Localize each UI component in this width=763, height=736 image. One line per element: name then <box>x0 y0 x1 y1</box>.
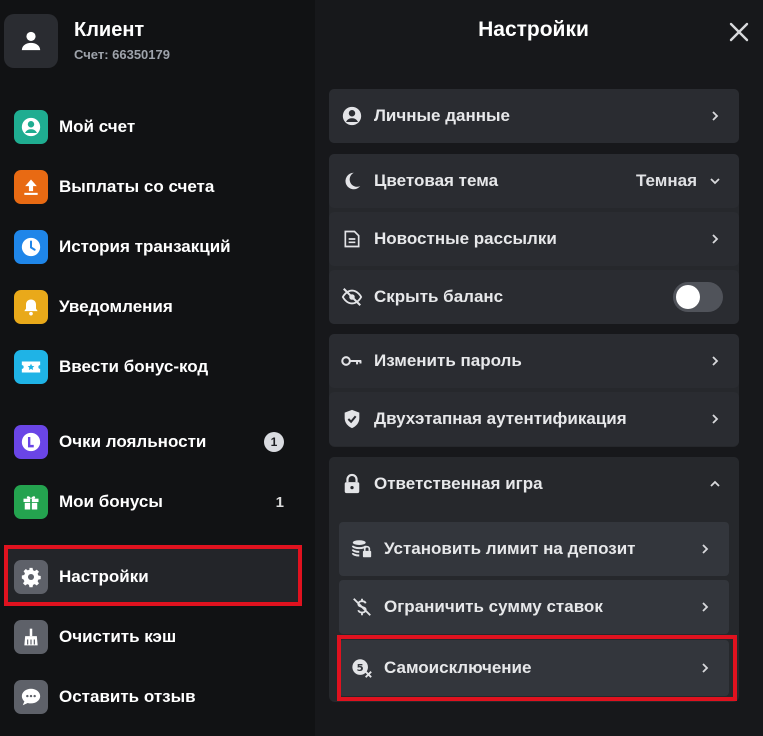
settings-row-change-password[interactable]: Изменить пароль <box>329 334 739 388</box>
document-icon <box>341 228 363 250</box>
sidebar-item-feedback[interactable]: Оставить отзыв <box>14 679 294 715</box>
sidebar-item-label: Мой счет <box>59 117 136 136</box>
coins-lock-icon <box>351 538 373 560</box>
sidebar-item-clear-cache[interactable]: Очистить кэш <box>14 619 294 655</box>
broom-icon <box>14 620 48 654</box>
sidebar-item-bonus-code[interactable]: Ввести бонус-код <box>14 349 294 385</box>
chat-bubble-icon <box>14 680 48 714</box>
settings-row-color-theme[interactable]: Цветовая тема Темная <box>329 154 739 208</box>
row-label: Ограничить сумму ставок <box>384 597 603 616</box>
gift-icon <box>14 485 48 519</box>
sidebar-item-withdrawals[interactable]: Выплаты со счета <box>14 169 294 205</box>
client-account-number: Счет: 66350179 <box>74 47 170 62</box>
client-name: Клиент <box>74 19 145 41</box>
chevron-right-icon <box>702 544 709 554</box>
row-label: Двухэтапная аутентификация <box>374 409 627 428</box>
moon-icon <box>341 170 363 192</box>
row-label: Личные данные <box>374 106 510 125</box>
lock-icon <box>341 473 363 495</box>
chevron-down-icon <box>710 178 720 185</box>
row-label: Цветовая тема <box>374 171 499 190</box>
toggle-knob <box>676 285 700 309</box>
settings-row-hide-balance: Скрыть баланс <box>329 270 739 324</box>
settings-row-deposit-limit[interactable]: Установить лимит на депозит <box>339 522 729 576</box>
clock-icon <box>14 230 48 264</box>
account-circle-icon <box>14 110 48 144</box>
settings-row-newsletters[interactable]: Новостные рассылки <box>329 212 739 266</box>
self-exclusion-highlight-frame <box>337 635 737 701</box>
row-label: Изменить пароль <box>374 351 522 370</box>
settings-row-responsible-gaming[interactable]: Ответственная игра <box>329 457 739 511</box>
avatar[interactable] <box>4 14 58 68</box>
sidebar-item-label: Очки лояльности <box>59 432 207 451</box>
sidebar-item-notifications[interactable]: Уведомления <box>14 289 294 325</box>
chevron-right-icon <box>712 356 719 366</box>
upload-icon <box>14 170 48 204</box>
sidebar-item-loyalty-points[interactable]: Очки лояльности 1 <box>14 424 294 460</box>
theme-select-value[interactable]: Темная <box>636 171 697 191</box>
sidebar-item-label: Выплаты со счета <box>59 177 215 196</box>
sidebar-item-label: Уведомления <box>59 297 173 316</box>
sidebar: Клиент Счет: 66350179 Мой счет Выплаты с… <box>0 0 315 736</box>
money-off-icon <box>351 596 373 618</box>
bonuses-count: 1 <box>275 493 284 511</box>
row-label: Ответственная игра <box>374 474 543 493</box>
row-label: Скрыть баланс <box>374 287 504 306</box>
sidebar-item-label: Ввести бонус-код <box>59 357 209 376</box>
eye-off-icon <box>341 286 363 308</box>
settings-row-two-factor[interactable]: Двухэтапная аутентификация <box>329 392 739 446</box>
sidebar-item-settings[interactable]: Настройки <box>14 559 294 595</box>
sidebar-item-label: Очистить кэш <box>59 627 177 646</box>
chevron-right-icon <box>712 111 719 121</box>
shield-check-icon <box>341 408 363 430</box>
hide-balance-toggle[interactable] <box>673 282 723 312</box>
page-title: Настройки <box>478 18 589 41</box>
bell-icon <box>14 290 48 324</box>
settings-row-personal-data[interactable]: Личные данные <box>329 89 739 143</box>
row-label: Новостные рассылки <box>374 229 557 248</box>
chevron-right-icon <box>702 602 709 612</box>
row-label: Установить лимит на депозит <box>384 539 636 558</box>
sidebar-item-transactions[interactable]: История транзакций <box>14 229 294 265</box>
loyalty-count-badge: 1 <box>264 432 284 452</box>
sidebar-item-label: История транзакций <box>59 237 231 256</box>
ticket-star-icon <box>14 350 48 384</box>
sidebar-item-label: Настройки <box>59 567 149 586</box>
key-icon <box>341 350 363 372</box>
sidebar-item-label: Мои бонусы <box>59 492 163 511</box>
gear-icon <box>14 560 48 594</box>
chevron-right-icon <box>712 414 719 424</box>
sidebar-item-my-bonuses[interactable]: Мои бонусы 1 <box>14 484 294 520</box>
loyalty-l-icon <box>14 425 48 459</box>
account-circle-icon <box>341 105 363 127</box>
sidebar-item-label: Оставить отзыв <box>59 687 196 706</box>
user-icon <box>21 31 41 51</box>
chevron-up-icon <box>710 480 720 487</box>
close-icon[interactable] <box>727 20 751 44</box>
settings-row-bet-limit[interactable]: Ограничить сумму ставок <box>339 580 729 634</box>
chevron-right-icon <box>712 234 719 244</box>
sidebar-item-my-account[interactable]: Мой счет <box>14 109 294 145</box>
